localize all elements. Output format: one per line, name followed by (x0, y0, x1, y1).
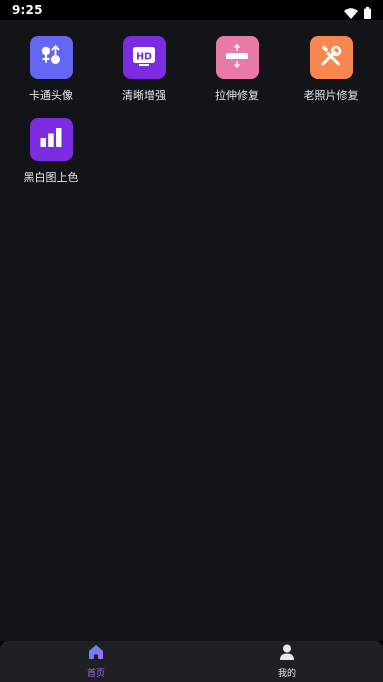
status-time: 9:25 (12, 3, 43, 17)
tool-old-photo-repair[interactable]: 老照片修复 (286, 36, 376, 103)
main-content: 卡通头像 HD 清晰增强 拉伸修复 老照片修复 黑白图上色 (0, 20, 383, 641)
hd-icon: HD (132, 45, 156, 71)
status-bar: 9:25 (0, 0, 383, 20)
nav-item-home[interactable]: 首页 (56, 644, 136, 679)
stretch-icon (224, 43, 250, 73)
cartoon-avatar-tile[interactable] (29, 36, 73, 79)
home-icon (88, 645, 104, 664)
bw-colorize-tile[interactable] (29, 118, 73, 161)
tool-label: 卡通头像 (29, 89, 73, 102)
stretch-repair-tile[interactable] (215, 36, 259, 79)
tool-stretch-repair[interactable]: 拉伸修复 (192, 36, 282, 103)
user-icon (279, 644, 295, 664)
tool-label: 黑白图上色 (23, 171, 79, 184)
tool-label: 清晰增强 (122, 89, 166, 102)
hd-enhance-tile[interactable]: HD (122, 36, 166, 79)
tool-label: 老照片修复 (303, 89, 359, 102)
tools-icon (319, 44, 343, 72)
nav-label-profile: 我的 (277, 669, 296, 679)
nav-item-profile[interactable]: 我的 (247, 644, 327, 679)
old-photo-repair-tile[interactable] (309, 36, 353, 79)
tool-label: 拉伸修复 (215, 89, 259, 102)
tool-hd-enhance[interactable]: HD 清晰增强 (99, 36, 189, 103)
svg-text:HD: HD (136, 51, 152, 62)
tool-bw-colorize[interactable]: 黑白图上色 (6, 118, 96, 185)
tool-cartoon-avatar[interactable]: 卡通头像 (6, 36, 96, 103)
bottom-nav: 首页 我的 (0, 641, 383, 682)
cartoon-avatar-icon (39, 44, 63, 72)
bar-chart-icon (39, 127, 63, 153)
nav-label-home: 首页 (86, 669, 105, 679)
